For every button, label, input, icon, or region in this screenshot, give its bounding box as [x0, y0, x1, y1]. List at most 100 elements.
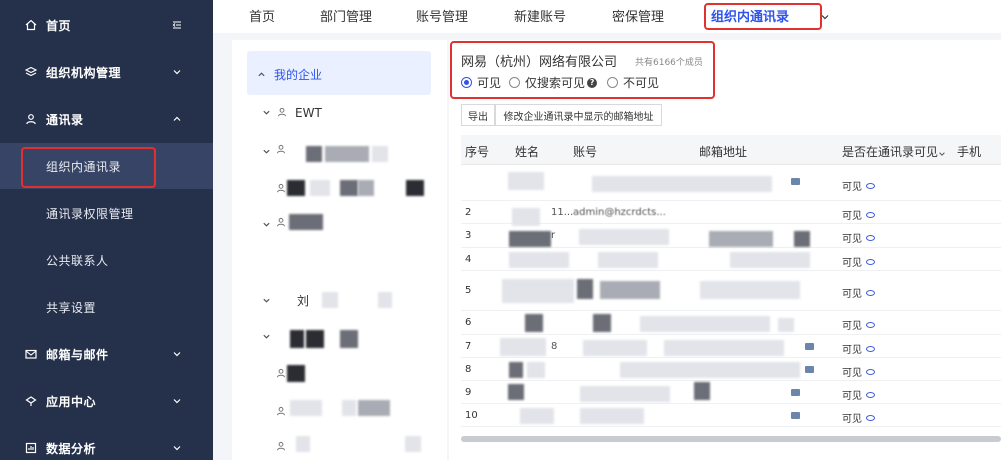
redacted-text — [778, 318, 794, 332]
mail-icon — [791, 412, 800, 419]
redacted-text — [580, 386, 670, 402]
sidebar-item-contacts-permission[interactable]: 通讯录权限管理 — [0, 190, 213, 236]
tree-node-label: EWT — [295, 106, 322, 120]
visibility-cell: 可见 — [842, 230, 875, 245]
chevron-down-icon — [171, 348, 183, 360]
eye-icon — [866, 289, 875, 296]
tab-security-management[interactable]: 密保管理 — [612, 6, 664, 25]
help-icon[interactable]: ? — [587, 77, 598, 88]
redacted-text — [406, 180, 424, 196]
radio-icon — [607, 77, 618, 88]
eye-icon — [866, 321, 875, 328]
sidebar-item-app-center[interactable]: 应用中心 — [0, 378, 213, 424]
chart-icon — [24, 441, 38, 455]
eye-icon — [866, 368, 875, 375]
column-header-account: 账号 — [573, 145, 598, 159]
sidebar-item-mailbox[interactable]: 邮箱与邮件 — [0, 331, 213, 377]
redacted-text — [322, 292, 338, 308]
redacted-text — [358, 180, 374, 196]
chevron-up-icon[interactable] — [257, 68, 266, 82]
redacted-text — [579, 229, 669, 245]
visibility-option-visible[interactable]: 可见 — [461, 74, 501, 91]
visibility-label: 不可见 — [623, 76, 660, 90]
sidebar-item-label: 首页 — [46, 18, 72, 33]
sidebar-item-org-management[interactable]: 组织机构管理 — [0, 49, 213, 95]
org-tree-panel — [232, 40, 447, 460]
visibility-cell: 可见 — [842, 317, 875, 332]
redacted-text — [287, 180, 305, 196]
sidebar: 首页 组织机构管理 通讯录 组织内通讯录 通讯录权限管理 公共联系人 共享设置 — [0, 0, 213, 460]
mail-icon — [791, 389, 800, 396]
sidebar-item-label: 通讯录权限管理 — [46, 206, 134, 221]
horizontal-scrollbar[interactable] — [461, 436, 1001, 442]
tree-node[interactable]: 刘 — [262, 292, 309, 309]
redacted-text — [500, 338, 546, 356]
tab-account-management[interactable]: 账号管理 — [416, 6, 468, 25]
visibility-cell: 可见 — [842, 364, 875, 379]
redacted-text — [509, 252, 569, 268]
visibility-option-search-only[interactable]: 仅搜索可见 ? — [509, 74, 598, 91]
sidebar-item-public-contacts[interactable]: 公共联系人 — [0, 237, 213, 283]
tree-root-label: 我的企业 — [274, 68, 323, 82]
sidebar-item-label: 邮箱与邮件 — [46, 347, 109, 362]
user-icon — [276, 143, 286, 157]
redacted-text — [342, 400, 356, 416]
redacted-text — [794, 231, 810, 247]
column-header-index: 序号 — [465, 145, 490, 159]
row-index: 3 — [465, 230, 472, 241]
chevron-down-icon[interactable] — [938, 147, 946, 161]
visibility-option-invisible[interactable]: 不可见 — [607, 74, 659, 91]
user-icon — [276, 216, 286, 230]
tree-node[interactable]: EWT — [262, 106, 322, 120]
export-button[interactable]: 导出 — [461, 104, 495, 126]
column-header-visible[interactable]: 是否在通讯录可见 — [842, 143, 938, 160]
redacted-text — [306, 330, 324, 348]
redacted-text — [358, 400, 390, 416]
mail-icon — [24, 347, 38, 361]
sidebar-item-label: 组织内通讯录 — [46, 159, 122, 174]
visibility-cell: 可见 — [842, 178, 875, 193]
eye-icon — [866, 211, 875, 218]
chevron-up-icon — [171, 113, 183, 125]
sidebar-item-share-settings[interactable]: 共享设置 — [0, 284, 213, 330]
redacted-text — [512, 208, 540, 226]
visibility-cell: 可见 — [842, 285, 875, 300]
collapse-menu-icon[interactable] — [171, 19, 183, 31]
modify-email-button[interactable]: 修改企业通讯录中显示的邮箱地址 — [495, 104, 662, 126]
redacted-text — [508, 384, 524, 400]
sidebar-item-label: 共享设置 — [46, 300, 97, 315]
redacted-text — [694, 382, 710, 400]
email-cell: admin@hzcrdcts... — [573, 207, 666, 218]
sidebar-item-home[interactable]: 首页 — [0, 2, 213, 48]
redacted-text — [640, 316, 770, 332]
chevron-down-icon[interactable] — [820, 11, 830, 25]
user-icon — [24, 112, 38, 126]
app-center-icon — [24, 394, 38, 408]
table-row[interactable]: 2 11... admin@hzcrdcts... 可见 — [461, 201, 1001, 224]
account-cell: 8 — [551, 341, 558, 352]
tab-new-account[interactable]: 新建账号 — [514, 6, 566, 25]
visibility-label: 可见 — [477, 76, 502, 90]
redacted-text — [289, 214, 323, 230]
redacted-text — [340, 330, 358, 348]
tab-department-management[interactable]: 部门管理 — [320, 6, 372, 25]
redacted-text — [508, 172, 544, 190]
eye-icon — [866, 182, 875, 189]
sidebar-item-data-analysis[interactable]: 数据分析 — [0, 425, 213, 460]
redacted-text — [509, 231, 551, 247]
tab-org-contacts[interactable]: 组织内通讯录 — [711, 6, 789, 25]
tab-home[interactable]: 首页 — [249, 6, 275, 25]
redacted-text — [405, 436, 421, 452]
chevron-down-icon — [262, 145, 271, 159]
eye-icon — [866, 391, 875, 398]
table-row[interactable]: 9 可见 — [461, 381, 1001, 404]
redacted-text — [306, 146, 322, 162]
sidebar-item-contacts[interactable]: 通讯录 — [0, 96, 213, 142]
visibility-cell: 可见 — [842, 410, 875, 425]
redacted-text — [577, 279, 593, 299]
visibility-cell: 可见 — [842, 207, 875, 222]
redacted-text — [593, 314, 611, 332]
sidebar-item-org-contacts[interactable]: 组织内通讯录 — [0, 143, 213, 189]
row-index: 6 — [465, 317, 472, 328]
radio-icon — [509, 77, 520, 88]
